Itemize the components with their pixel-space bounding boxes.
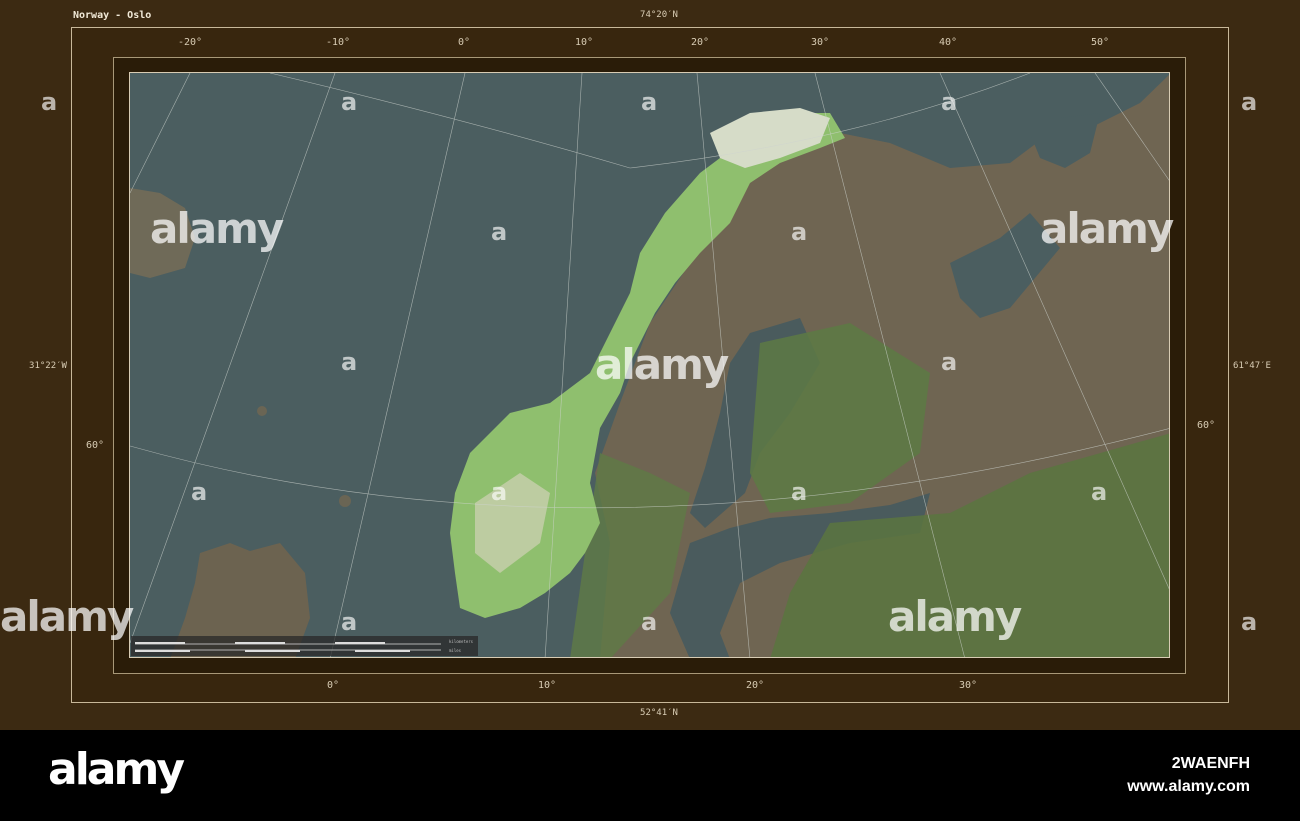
watermark-mark: a — [941, 88, 958, 116]
watermark-mark: a — [1091, 478, 1108, 506]
top-tick: -10° — [325, 37, 351, 48]
watermark-mark: a — [341, 608, 358, 636]
watermark-mark: a — [941, 348, 958, 376]
watermark-mark: a — [1241, 608, 1258, 636]
watermark: alamy — [595, 340, 729, 389]
watermark: alamy — [888, 592, 1022, 641]
image-id: 2WAENFH — [1171, 755, 1250, 772]
watermark-mark: a — [791, 218, 808, 246]
left-lat-tick: 60° — [85, 440, 105, 451]
footer-bar — [0, 730, 1300, 821]
top-tick: 40° — [938, 37, 958, 48]
map-title: Norway - Oslo — [73, 10, 152, 21]
watermark-mark: a — [41, 88, 58, 116]
watermark: alamy — [0, 592, 134, 641]
scale-bar-svg — [135, 642, 441, 652]
top-tick: 20° — [690, 37, 710, 48]
lon-left-label: 31°22′W — [29, 361, 67, 371]
lat-bottom-label: 52°41′N — [640, 708, 678, 718]
watermark-mark: a — [641, 608, 658, 636]
top-tick: 50° — [1090, 37, 1110, 48]
top-tick: 10° — [574, 37, 594, 48]
top-tick: -20° — [177, 37, 203, 48]
scale-mi-unit: miles — [449, 648, 462, 653]
scale-bar: kilometers miles — [131, 636, 478, 656]
site-url: www.alamy.com — [1127, 778, 1250, 795]
bottom-tick: 20° — [745, 680, 765, 691]
top-tick: 30° — [810, 37, 830, 48]
watermark: alamy — [150, 204, 284, 253]
watermark-mark: a — [1241, 88, 1258, 116]
bottom-tick: 10° — [537, 680, 557, 691]
watermark: alamy — [1040, 204, 1174, 253]
watermark-mark: a — [641, 88, 658, 116]
scale-km-unit: kilometers — [449, 639, 474, 644]
faroe-islands — [257, 406, 267, 416]
watermark-mark: a — [191, 478, 208, 506]
bottom-tick: 30° — [958, 680, 978, 691]
watermark-mark: a — [341, 88, 358, 116]
bottom-tick: 0° — [326, 680, 340, 691]
lat-top-label: 74°20′N — [640, 10, 678, 20]
top-tick: 0° — [457, 37, 471, 48]
lon-right-label: 61°47′E — [1233, 361, 1271, 371]
watermark-mark: a — [341, 348, 358, 376]
watermark-mark: a — [491, 478, 508, 506]
right-lat-tick: 60° — [1196, 420, 1216, 431]
watermark-mark: a — [791, 478, 808, 506]
watermark-mark: a — [491, 218, 508, 246]
alamy-logo: alamy — [48, 744, 185, 795]
shetland-islands — [339, 495, 351, 507]
